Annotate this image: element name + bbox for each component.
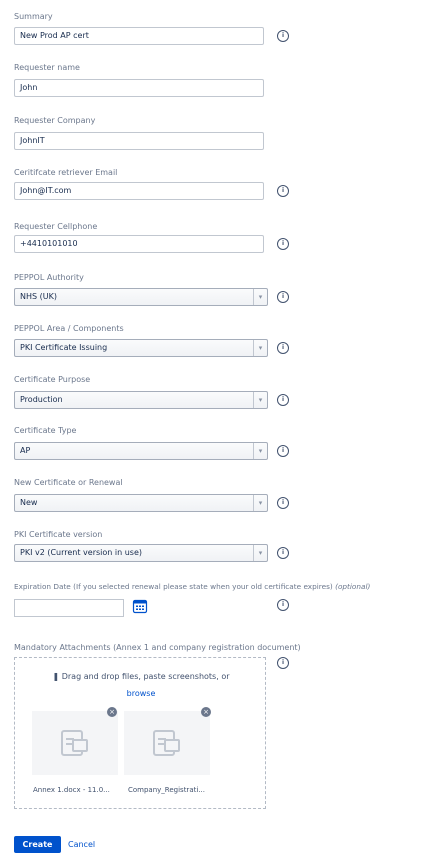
cancel-link[interactable]: Cancel bbox=[68, 836, 95, 853]
authority-select[interactable]: NHS (UK) ▾ bbox=[14, 288, 268, 306]
area-select[interactable]: PKI Certificate Issuing ▾ bbox=[14, 339, 268, 357]
summary-input[interactable]: New Prod AP cert bbox=[14, 27, 264, 45]
create-button[interactable]: Create bbox=[14, 836, 61, 853]
requester-company-label: Requester Company bbox=[14, 116, 96, 125]
info-icon[interactable]: i bbox=[277, 445, 289, 457]
info-icon[interactable]: i bbox=[277, 291, 289, 303]
info-icon[interactable]: i bbox=[277, 185, 289, 197]
optional-tag: (optional) bbox=[335, 582, 371, 591]
cellphone-label: Requester Cellphone bbox=[14, 222, 98, 231]
drop-instructions: ❚ Drag and drop files, paste screenshots… bbox=[15, 672, 267, 681]
new-or-renewal-value: New bbox=[20, 498, 38, 507]
info-icon[interactable]: i bbox=[277, 497, 289, 509]
info-icon[interactable]: i bbox=[277, 342, 289, 354]
chevron-down-icon: ▾ bbox=[253, 495, 267, 511]
paperclip-icon: ❚ bbox=[52, 672, 60, 681]
info-icon[interactable]: i bbox=[277, 394, 289, 406]
expiration-label: Expiration Date (If you selected renewal… bbox=[14, 582, 370, 591]
expiration-label-text: Expiration Date (If you selected renewal… bbox=[14, 582, 333, 591]
attachment-name: Annex 1.docx - 11.0... bbox=[33, 786, 110, 794]
authority-label: PEPPOL Authority bbox=[14, 273, 84, 282]
attachment-name: Company_Registrati... bbox=[128, 786, 205, 794]
purpose-select[interactable]: Production ▾ bbox=[14, 391, 268, 409]
file-icon bbox=[61, 730, 88, 756]
close-icon[interactable]: × bbox=[201, 707, 211, 717]
browse-link[interactable]: browse bbox=[15, 689, 267, 698]
pki-version-value: PKI v2 (Current version in use) bbox=[20, 548, 143, 557]
chevron-down-icon: ▾ bbox=[253, 340, 267, 356]
chevron-down-icon: ▾ bbox=[253, 545, 267, 561]
pki-version-label: PKI Certificate version bbox=[14, 530, 103, 539]
authority-value: NHS (UK) bbox=[20, 292, 57, 301]
pki-version-select[interactable]: PKI v2 (Current version in use) ▾ bbox=[14, 544, 268, 562]
chevron-down-icon: ▾ bbox=[253, 392, 267, 408]
cert-type-label: Certificate Type bbox=[14, 426, 77, 435]
new-or-renewal-label: New Certificate or Renewal bbox=[14, 478, 123, 487]
drop-text: Drag and drop files, paste screenshots, … bbox=[61, 672, 230, 681]
attachment-thumb[interactable] bbox=[32, 711, 118, 775]
cert-type-value: AP bbox=[20, 446, 31, 455]
requester-company-input[interactable]: JohnIT bbox=[14, 132, 264, 150]
retriever-email-label: Ceritifcate retriever Email bbox=[14, 168, 118, 177]
new-or-renewal-select[interactable]: New ▾ bbox=[14, 494, 268, 512]
cellphone-input[interactable]: +4410101010 bbox=[14, 235, 264, 253]
info-icon[interactable]: i bbox=[277, 30, 289, 42]
info-icon[interactable]: i bbox=[277, 599, 289, 611]
chevron-down-icon: ▾ bbox=[253, 289, 267, 305]
area-label: PEPPOL Area / Components bbox=[14, 324, 124, 333]
info-icon[interactable]: i bbox=[277, 657, 289, 669]
info-icon[interactable]: i bbox=[277, 238, 289, 250]
summary-label: Summary bbox=[14, 12, 53, 21]
info-icon[interactable]: i bbox=[277, 547, 289, 559]
attachments-label: Mandatory Attachments (Annex 1 and compa… bbox=[14, 643, 301, 652]
calendar-icon[interactable] bbox=[132, 598, 148, 614]
file-icon bbox=[153, 730, 180, 756]
purpose-label: Certificate Purpose bbox=[14, 375, 91, 384]
requester-name-input[interactable]: John bbox=[14, 79, 264, 97]
retriever-email-input[interactable]: John@IT.com bbox=[14, 182, 264, 200]
purpose-value: Production bbox=[20, 395, 63, 404]
attachment-thumb[interactable] bbox=[124, 711, 210, 775]
chevron-down-icon: ▾ bbox=[253, 443, 267, 459]
expiration-date-input[interactable] bbox=[14, 599, 124, 617]
cert-type-select[interactable]: AP ▾ bbox=[14, 442, 268, 460]
area-value: PKI Certificate Issuing bbox=[20, 343, 108, 352]
close-icon[interactable]: × bbox=[107, 707, 117, 717]
requester-name-label: Requester name bbox=[14, 63, 80, 72]
